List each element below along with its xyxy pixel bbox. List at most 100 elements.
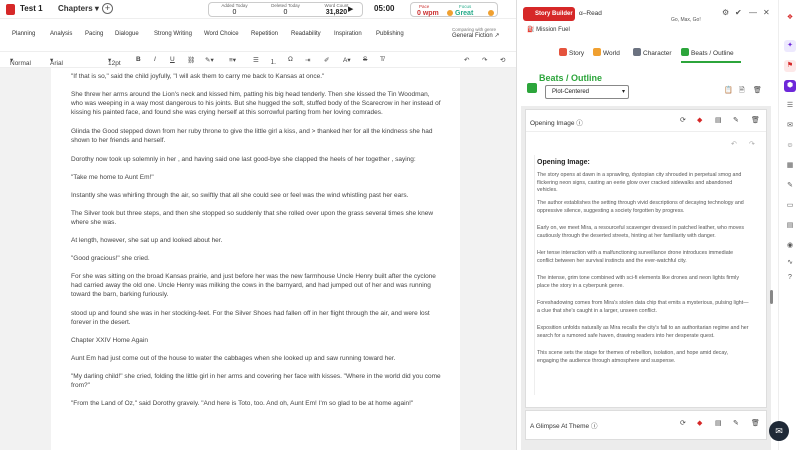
- story-builder-button[interactable]: Story Builder: [523, 7, 575, 21]
- tab-world[interactable]: World: [593, 48, 620, 57]
- stat-deleted-value: 0: [283, 9, 288, 16]
- mission-fuel-label: Mission Fuel: [536, 27, 570, 33]
- info-icon[interactable]: ⓘ: [576, 120, 583, 127]
- editor-page[interactable]: "If that is so," said the child joyfully…: [51, 68, 460, 450]
- menu-word-choice[interactable]: Word Choice: [204, 31, 239, 37]
- underline-icon[interactable]: U: [170, 56, 175, 63]
- document-icon[interactable]: 🗎: [739, 86, 745, 97]
- close-icon[interactable]: ✕: [763, 8, 770, 17]
- clear-format-icon[interactable]: T̸: [380, 56, 384, 63]
- save-icon[interactable]: ▤: [715, 419, 722, 427]
- info-icon[interactable]: ⓘ: [591, 423, 598, 430]
- chat-icon[interactable]: ✉: [784, 120, 796, 132]
- pace-emoji-icon: [447, 10, 453, 16]
- plot-type-value: Plot-Centered: [552, 89, 590, 95]
- bold-icon[interactable]: B: [136, 56, 141, 63]
- grid-icon[interactable]: ▦: [784, 160, 796, 172]
- save-icon[interactable]: ▤: [715, 116, 722, 124]
- tab-character[interactable]: Character: [633, 48, 672, 57]
- undo-icon[interactable]: ↶: [464, 56, 469, 64]
- stats-icon[interactable]: ∿: [784, 257, 796, 269]
- numbered-list-icon[interactable]: ⒈: [270, 56, 277, 66]
- help-icon[interactable]: ?: [784, 272, 796, 284]
- story-builder-panel: Story Builder α–Read Go, Max, Go! ⚙ ✔ — …: [516, 0, 778, 450]
- genre-selector[interactable]: Comparing with genre General Fiction ↗: [452, 27, 514, 39]
- align-icon[interactable]: ≡▾: [229, 56, 236, 64]
- support-chat-button[interactable]: ✉: [769, 421, 789, 441]
- generate-icon[interactable]: ◆: [697, 419, 702, 427]
- history-icon[interactable]: ⟲: [500, 56, 505, 64]
- refresh-icon[interactable]: ⟳: [680, 116, 686, 124]
- flag-icon[interactable]: ⚑: [784, 60, 796, 72]
- size-select[interactable]: 12pt ▾: [108, 56, 121, 67]
- bullet-list-icon[interactable]: ☰: [253, 56, 259, 64]
- menu-strong-writing[interactable]: Strong Writing: [154, 31, 192, 37]
- bookmark-icon[interactable]: ❖: [784, 12, 796, 24]
- genre-value: General Fiction: [452, 33, 493, 39]
- indent-icon[interactable]: ⇥: [305, 56, 310, 64]
- clipboard-icon[interactable]: 📋: [724, 86, 733, 94]
- omega-icon[interactable]: Ω: [288, 56, 293, 63]
- redo-icon[interactable]: ↷: [482, 56, 487, 64]
- user-name: Go, Max, Go!: [671, 17, 701, 23]
- sparkle-icon[interactable]: ✦: [784, 40, 796, 52]
- list-icon[interactable]: ☰: [784, 100, 796, 112]
- beat-title-text: Opening Image: [530, 120, 575, 127]
- content-paragraph: Her tense interaction with a malfunction…: [537, 250, 734, 264]
- play-icon[interactable]: ▶: [348, 5, 353, 13]
- add-chapter-button[interactable]: +: [102, 3, 113, 14]
- content-paragraph: Foreshadowing comes from Mira's stolen d…: [537, 300, 749, 314]
- content-paragraph: Early on, we meet Mira, a resourceful sc…: [537, 225, 744, 239]
- panel-scrollbar[interactable]: [770, 290, 773, 304]
- aread-button[interactable]: α–Read: [579, 10, 602, 17]
- menu-planning[interactable]: Planning: [12, 31, 35, 37]
- style-select[interactable]: Normal ▾: [10, 56, 31, 67]
- plugin-icon[interactable]: ⬢: [784, 80, 796, 92]
- font-select[interactable]: Arial ▾: [50, 56, 63, 67]
- book-icon[interactable]: ▭: [784, 200, 796, 212]
- edit-icon[interactable]: ✎: [784, 180, 796, 192]
- editor-paragraph: At length, however, she sat up and looke…: [71, 237, 223, 244]
- mic-icon[interactable]: ◉: [784, 240, 796, 252]
- refresh-icon[interactable]: ⟳: [680, 419, 686, 427]
- mission-fuel[interactable]: ⛽ Mission Fuel: [527, 26, 570, 33]
- chapters-dropdown[interactable]: Chapters ▾: [58, 4, 99, 13]
- trash-icon[interactable]: 🗑: [753, 86, 762, 94]
- menu-readability[interactable]: Readability: [291, 31, 321, 37]
- timer[interactable]: 05:00: [374, 4, 394, 13]
- card-undo-icon[interactable]: ↶: [731, 140, 737, 148]
- menu-repetition[interactable]: Repetition: [251, 31, 278, 37]
- pen-icon[interactable]: ✐: [324, 56, 329, 64]
- link-icon[interactable]: ⛓: [187, 56, 195, 64]
- menu-analysis[interactable]: Analysis: [50, 31, 72, 37]
- card-redo-icon[interactable]: ↷: [749, 140, 755, 148]
- tab-beats-outline[interactable]: Beats / Outline: [681, 48, 734, 57]
- content-heading: Opening Image:: [537, 159, 590, 166]
- delete-icon[interactable]: 🗑: [751, 419, 760, 427]
- generate-icon[interactable]: ◆: [697, 116, 702, 124]
- tab-story[interactable]: Story: [559, 48, 584, 57]
- active-tab-indicator: [681, 61, 741, 63]
- menu-inspiration[interactable]: Inspiration: [334, 31, 362, 37]
- notes-icon[interactable]: ✎: [733, 116, 739, 124]
- plot-type-select[interactable]: Plot-Centered ▾: [545, 85, 629, 99]
- notes-icon[interactable]: ✎: [733, 419, 739, 427]
- highlight-icon[interactable]: ✎▾: [205, 56, 214, 64]
- editor-paragraph: "From the Land of Oz," said Dorothy grav…: [71, 400, 414, 407]
- beat-content[interactable]: Opening Image: The story opens at dawn i…: [534, 155, 749, 395]
- menu-publishing[interactable]: Publishing: [376, 31, 404, 37]
- editor-paragraph: stood up and found she was in her stocki…: [71, 310, 430, 326]
- people-icon[interactable]: ☺: [784, 140, 796, 152]
- settings-icon[interactable]: ⚙: [722, 8, 729, 17]
- strikethrough-icon[interactable]: S: [363, 56, 367, 63]
- text-color-icon[interactable]: A▾: [343, 56, 351, 64]
- notes-rail-icon[interactable]: ▤: [784, 220, 796, 232]
- format-toolbar: Normal ▾ Arial ▾ 12pt ▾ B I U ⛓ ✎▾ ≡▾ ☰ …: [0, 51, 516, 68]
- document-title[interactable]: Test 1: [20, 4, 43, 13]
- italic-icon[interactable]: I: [154, 56, 156, 63]
- check-icon[interactable]: ✔: [735, 8, 742, 17]
- menu-dialogue[interactable]: Dialogue: [115, 31, 139, 37]
- menu-pacing[interactable]: Pacing: [85, 31, 103, 37]
- delete-icon[interactable]: 🗑: [751, 116, 760, 124]
- minimize-icon[interactable]: —: [749, 8, 757, 17]
